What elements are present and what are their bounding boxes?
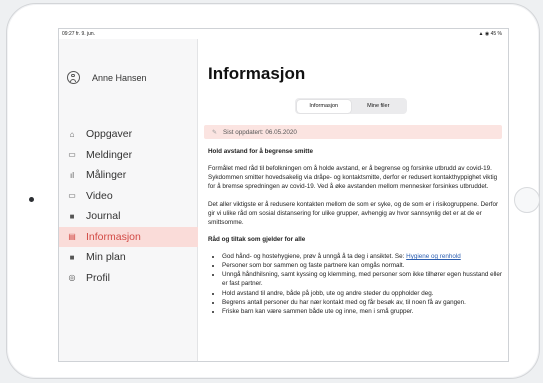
section-heading: Hold avstand for å begrense smitte [208,148,313,155]
sidebar-item-label: Målinger [86,169,127,182]
sidebar-item-oppgaver[interactable]: ⌂ Oppgaver [59,124,198,145]
sidebar-item-meldinger[interactable]: ▭ Meldinger [59,145,198,166]
article-body: Hold avstand for å begrense smitte Formå… [208,147,504,316]
list-item: Begrens antall personer du har nær konta… [222,298,504,307]
sidebar-item-informasjon[interactable]: ▤ Informasjon [59,226,198,247]
sidebar-item-label: Oppgaver [86,128,133,141]
user-profile[interactable]: Anne Hansen [67,71,147,84]
document-icon: ▤ [68,232,76,242]
app-screen: 09:27 fr. 9. jun. ▲ ◉ 45 % Anne Hansen ⌂… [58,28,509,362]
journal-icon: ■ [69,211,75,221]
sidebar-item-min-plan[interactable]: ■ Min plan [59,247,198,268]
sidebar-item-label: Min plan [86,251,126,264]
list-item: Personer som bor sammen og faste partner… [222,261,504,270]
sidebar-nav: ⌂ Oppgaver ▭ Meldinger ıl Målinger ▭ Vid… [59,124,198,288]
user-name: Anne Hansen [92,72,147,83]
last-updated-banner: ✎ Sist oppdatert: 06.05.2020 [204,125,502,139]
paragraph: Det aller viktigste er å redusere kontak… [208,200,499,226]
list-item-text: God hånd- og hostehygiene, prøv å unngå … [222,253,407,260]
advice-list: God hånd- og hostehygiene, prøv å unngå … [208,252,504,316]
list-item: God hånd- og hostehygiene, prøv å unngå … [222,252,504,261]
sidebar-item-label: Video [86,189,113,202]
status-indicators: ▲ ◉ 45 % [478,31,503,37]
tablet-frame: 09:27 fr. 9. jun. ▲ ◉ 45 % Anne Hansen ⌂… [6,3,540,379]
home-button[interactable] [514,187,540,213]
section-heading: Råd og tiltak som gjelder for alle [208,235,306,243]
sidebar-item-label: Meldinger [86,148,133,161]
video-icon: ▭ [68,191,76,201]
status-time: 09:27 fr. 9. jun. [62,31,96,37]
paragraph: Formålet med råd til befolkningen om å h… [208,165,498,191]
list-item: Friske barn kan være sammen både ute og … [222,307,504,316]
list-item: Unngå håndhilsning, samt kyssing og klem… [222,270,504,288]
camera-icon [29,197,34,202]
chat-icon: ▭ [68,150,76,160]
sidebar-item-video[interactable]: ▭ Video [59,186,198,207]
sidebar-item-profil[interactable]: ◎ Profil [59,268,198,289]
sidebar-item-label: Journal [86,210,121,223]
bar-chart-icon: ıl [70,170,74,180]
hygiene-link[interactable]: Hygiene og renhold [406,253,461,260]
sidebar-item-label: Informasjon [86,230,141,243]
last-updated-text: Sist oppdatert: 06.05.2020 [223,128,297,136]
page-title: Informasjon [208,64,306,83]
sidebar-item-journal[interactable]: ■ Journal [59,206,198,227]
pencil-icon: ✎ [212,129,218,136]
sidebar-item-label: Profil [86,271,110,284]
home-icon: ⌂ [69,129,75,139]
user-avatar-icon [67,71,80,84]
tab-switcher: Informasjon Mine filer [295,98,407,114]
plan-icon: ■ [69,252,75,262]
sidebar-item-malinger[interactable]: ıl Målinger [59,165,198,186]
profile-icon: ◎ [68,273,76,283]
tab-mine-filer[interactable]: Mine filer [351,100,406,113]
main-content: Informasjon Informasjon Mine filer ✎ Sis… [198,39,508,361]
tab-informasjon[interactable]: Informasjon [296,99,351,113]
status-bar: 09:27 fr. 9. jun. ▲ ◉ 45 % [59,29,508,39]
list-item: Hold avstand til andre, både på jobb, ut… [222,289,504,298]
sidebar: Anne Hansen ⌂ Oppgaver ▭ Meldinger ıl Må… [59,39,198,361]
